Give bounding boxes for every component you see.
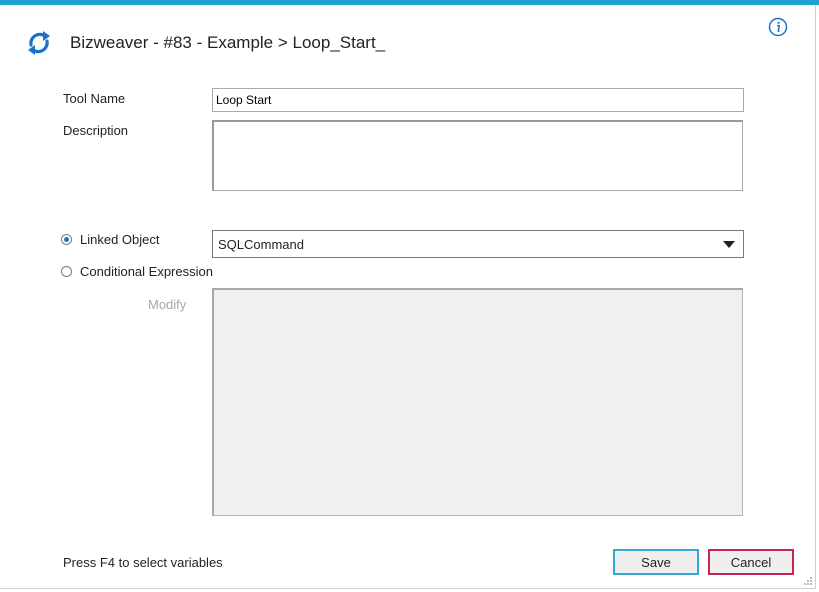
tool-name-label: Tool Name xyxy=(63,91,126,106)
modify-expression-area xyxy=(212,288,743,516)
info-icon[interactable] xyxy=(768,17,788,37)
refresh-arrows-icon xyxy=(28,31,50,55)
linked-object-select[interactable]: SQLCommand xyxy=(212,230,744,258)
cancel-button[interactable]: Cancel xyxy=(708,549,794,575)
chevron-down-icon[interactable] xyxy=(723,241,735,248)
description-label: Description xyxy=(63,123,129,138)
linked-object-radio[interactable] xyxy=(61,234,72,245)
radio-selected-dot xyxy=(64,237,69,242)
conditional-expression-radio[interactable] xyxy=(61,266,72,277)
tool-name-input[interactable] xyxy=(212,88,744,112)
variables-hint: Press F4 to select variables xyxy=(63,555,223,570)
linked-object-label[interactable]: Linked Object xyxy=(80,232,160,247)
linked-object-value: SQLCommand xyxy=(218,237,304,252)
window-title: Bizweaver - #83 - Example > Loop_Start_ xyxy=(70,33,386,52)
conditional-expression-label[interactable]: Conditional Expression xyxy=(80,264,213,279)
description-textarea[interactable] xyxy=(212,120,743,191)
resize-grip-icon[interactable] xyxy=(801,576,813,588)
save-button[interactable]: Save xyxy=(613,549,699,575)
modify-label: Modify xyxy=(148,297,187,312)
